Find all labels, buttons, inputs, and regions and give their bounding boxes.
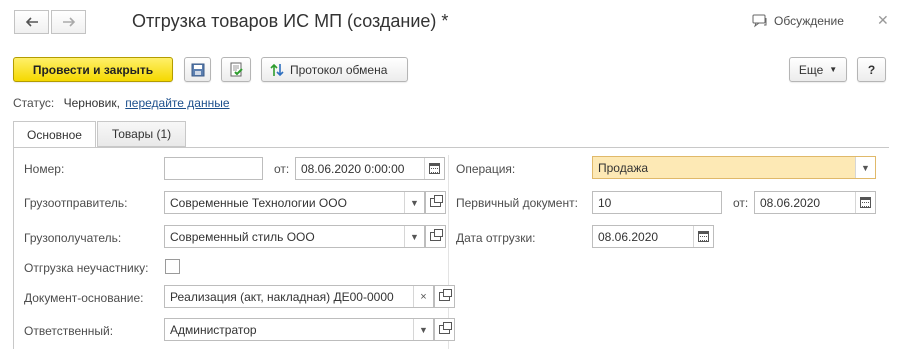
consignee-open-button[interactable] bbox=[425, 225, 446, 248]
consignee-select[interactable]: Современный стиль ООО ▼ bbox=[164, 225, 425, 248]
chevron-down-icon: ▼ bbox=[829, 65, 838, 74]
arrow-right-icon bbox=[62, 17, 75, 27]
discussion-icon bbox=[752, 14, 767, 28]
back-button[interactable] bbox=[14, 10, 49, 34]
shipper-open-button[interactable] bbox=[425, 191, 446, 214]
more-button[interactable]: Еще ▼ bbox=[789, 57, 847, 82]
calendar-icon[interactable] bbox=[693, 226, 713, 247]
open-icon bbox=[439, 289, 452, 301]
status-line: Статус: Черновик, передайте данные bbox=[13, 96, 230, 110]
clear-icon[interactable]: × bbox=[413, 286, 433, 307]
open-icon bbox=[430, 229, 443, 241]
number-input[interactable] bbox=[164, 157, 263, 180]
exchange-log-button[interactable]: Протокол обмена bbox=[261, 57, 408, 82]
tab-goods[interactable]: Товары (1) bbox=[97, 121, 186, 147]
shipment-date-label: Дата отгрузки: bbox=[456, 231, 536, 245]
operation-label: Операция: bbox=[456, 162, 516, 176]
discussion-link[interactable]: Обсуждение bbox=[752, 14, 844, 28]
non-participant-label: Отгрузка неучастнику: bbox=[24, 261, 149, 275]
send-data-link[interactable]: передайте данные bbox=[125, 96, 229, 110]
primary-document-date-input[interactable]: 08.06.2020 bbox=[754, 191, 876, 214]
tab-main[interactable]: Основное bbox=[13, 121, 96, 148]
discussion-label: Обсуждение bbox=[774, 14, 844, 28]
base-document-open-button[interactable] bbox=[434, 285, 455, 308]
more-label: Еще bbox=[798, 62, 824, 77]
responsible-label: Ответственный: bbox=[24, 324, 114, 338]
base-document-input[interactable]: Реализация (акт, накладная) ДЕ00-0000 × bbox=[164, 285, 434, 308]
base-document-label: Документ-основание: bbox=[24, 291, 144, 305]
shipment-date-input[interactable]: 08.06.2020 bbox=[592, 225, 714, 248]
forward-button[interactable] bbox=[51, 10, 86, 34]
calendar-icon[interactable] bbox=[855, 192, 875, 213]
status-value: Черновик, bbox=[63, 96, 120, 110]
calendar-icon[interactable] bbox=[424, 158, 444, 179]
number-date-from-label: от: bbox=[274, 162, 290, 176]
help-button[interactable]: ? bbox=[857, 57, 886, 82]
post-document-icon bbox=[230, 62, 243, 76]
non-participant-checkbox[interactable] bbox=[165, 259, 180, 274]
chevron-down-icon[interactable]: ▼ bbox=[855, 157, 875, 178]
post-button[interactable] bbox=[221, 57, 251, 82]
primary-date-from-label: от: bbox=[733, 196, 749, 210]
document-date-input[interactable]: 08.06.2020 0:00:00 bbox=[295, 157, 445, 180]
arrow-left-icon bbox=[25, 17, 38, 27]
responsible-open-button[interactable] bbox=[434, 318, 455, 341]
open-icon bbox=[430, 195, 443, 207]
chevron-down-icon[interactable]: ▼ bbox=[404, 192, 424, 213]
number-label: Номер: bbox=[24, 162, 65, 176]
shipper-select[interactable]: Современные Технологии ООО ▼ bbox=[164, 191, 425, 214]
chevron-down-icon[interactable]: ▼ bbox=[404, 226, 424, 247]
post-and-close-button[interactable]: Провести и закрыть bbox=[13, 57, 173, 82]
consignee-label: Грузополучатель: bbox=[24, 231, 122, 245]
operation-select[interactable]: Продажа ▼ bbox=[592, 156, 876, 179]
chevron-down-icon[interactable]: ▼ bbox=[413, 319, 433, 340]
tab-divider bbox=[96, 147, 889, 148]
primary-document-label: Первичный документ: bbox=[456, 196, 578, 210]
exchange-arrows-icon bbox=[270, 63, 284, 76]
page-title: Отгрузка товаров ИС МП (создание) * bbox=[132, 11, 449, 31]
status-label: Статус: bbox=[13, 96, 55, 110]
save-button[interactable] bbox=[184, 57, 211, 82]
responsible-select[interactable]: Администратор ▼ bbox=[164, 318, 434, 341]
open-icon bbox=[439, 322, 452, 334]
shipper-label: Грузоотправитель: bbox=[24, 196, 128, 210]
save-icon bbox=[191, 63, 204, 76]
primary-document-input[interactable]: 10 bbox=[592, 191, 722, 214]
close-icon[interactable]: ✕ bbox=[877, 12, 889, 29]
exchange-log-label: Протокол обмена bbox=[290, 62, 388, 77]
